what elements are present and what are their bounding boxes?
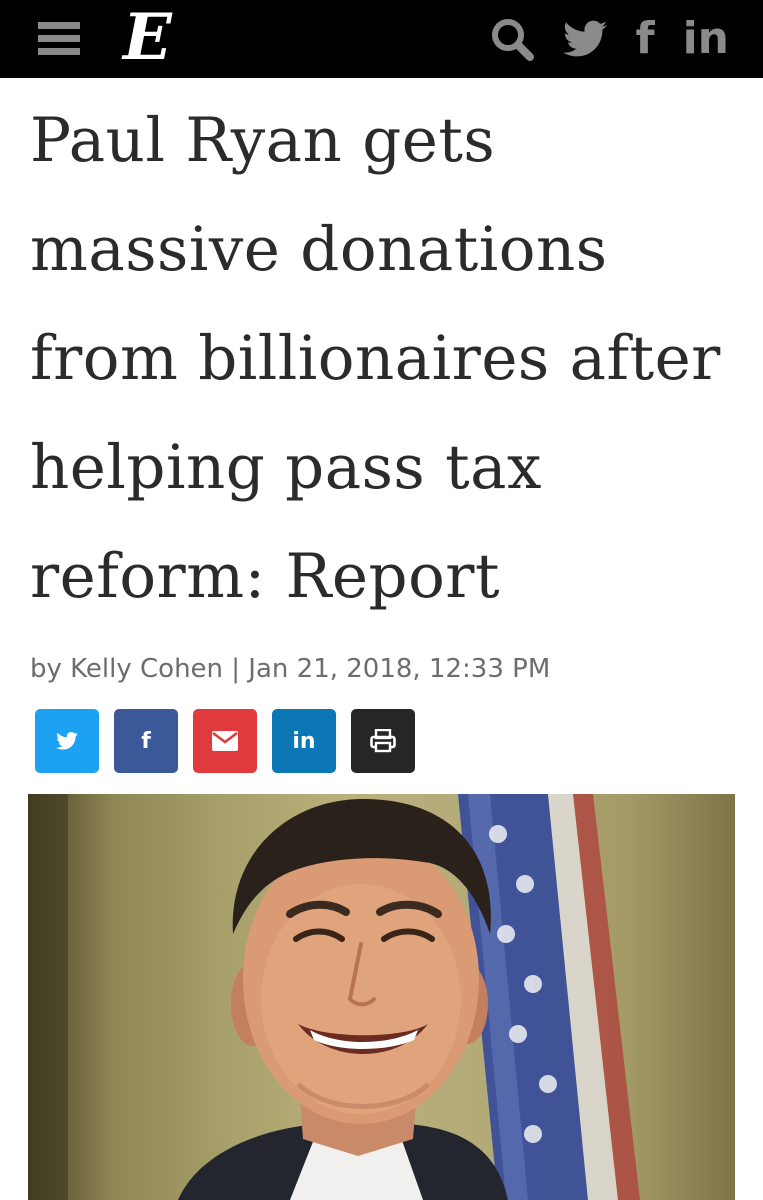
site-header: E f in <box>0 0 763 78</box>
facebook-icon: f <box>141 728 151 754</box>
hamburger-menu-icon[interactable] <box>38 22 80 56</box>
search-icon[interactable] <box>489 16 535 62</box>
share-facebook-button[interactable]: f <box>114 709 178 773</box>
article-photo <box>28 794 735 1200</box>
share-email-button[interactable] <box>193 709 257 773</box>
article-headline: Paul Ryan gets massive donations from bi… <box>30 105 721 612</box>
header-social-icons: f in <box>489 14 729 64</box>
share-bar: f in <box>35 709 415 773</box>
article-byline: by Kelly Cohen | Jan 21, 2018, 12:33 PM <box>30 654 551 684</box>
facebook-icon[interactable]: f <box>635 14 654 64</box>
print-icon <box>370 729 396 753</box>
email-icon <box>212 731 238 751</box>
print-button[interactable] <box>351 709 415 773</box>
share-twitter-button[interactable] <box>35 709 99 773</box>
twitter-icon[interactable] <box>563 20 608 58</box>
site-logo[interactable]: E <box>123 2 172 74</box>
linkedin-icon[interactable]: in <box>683 14 729 64</box>
twitter-icon <box>56 732 78 750</box>
linkedin-icon: in <box>292 728 316 754</box>
share-linkedin-button[interactable]: in <box>272 709 336 773</box>
